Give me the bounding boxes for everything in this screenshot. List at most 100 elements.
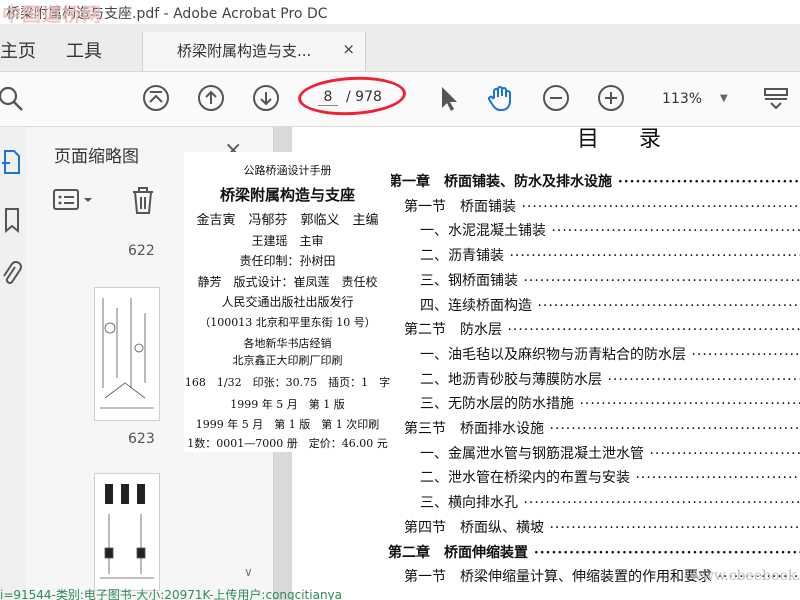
title-bar: 桥梁附属构造与支座.pdf - Adobe Acrobat Pro DC 中国道… — [0, 0, 800, 26]
toc-leader-dots: ········································… — [551, 223, 800, 240]
toc-leader-dots: ········································… — [533, 544, 800, 561]
toc-entry[interactable]: 第四节 桥面纵、横坡 ·····························… — [404, 517, 800, 537]
toc-entry-text: 第二章 桥面伸缩装置 — [388, 544, 528, 561]
zoom-out-icon[interactable] — [542, 84, 570, 112]
toc-leader-dots: ········································… — [523, 495, 800, 512]
hand-tool-icon[interactable] — [487, 84, 515, 112]
toc-entry-text: 第二节 防水层 — [404, 322, 502, 339]
thumbnail-label: 623 — [128, 431, 155, 447]
toc-leader-dots: ········································… — [537, 297, 800, 314]
toc-leader-dots: ········································… — [549, 519, 800, 536]
zoom-level[interactable]: 113% — [662, 91, 702, 107]
toc-entry-text: 四、连续桥面构造 — [420, 297, 532, 314]
panel-title: 页面缩略图 — [54, 147, 139, 167]
bookmark-icon[interactable] — [2, 207, 22, 237]
toc-entry-text: 第一节 桥梁伸缩量计算、伸缩装置的作用和要求 — [404, 569, 712, 586]
toc-leader-dots: ········································… — [521, 198, 800, 215]
toc-entry[interactable]: 一、水泥混凝土铺装 ······························… — [420, 220, 800, 240]
toc-heading: 目录 — [577, 127, 702, 152]
toc-leader-dots: ········································… — [649, 445, 800, 462]
prev-page-icon[interactable] — [197, 84, 225, 112]
toc-leader-dots: ········································… — [635, 470, 800, 487]
toc-leader-dots: ········································… — [691, 346, 800, 363]
scroll-down-icon[interactable]: ∨ — [244, 565, 253, 579]
toc-entry-text: 二、地沥青砂胶与薄膜防水层 — [420, 371, 602, 388]
toc-entry[interactable]: 二、泄水管在桥梁内的布置与安装 ························… — [420, 467, 800, 487]
toc-leader-dots: ········································… — [607, 371, 800, 388]
tab-close-icon[interactable]: × — [342, 40, 355, 58]
toc-entry[interactable]: 四、连续桥面构造 ·······························… — [420, 295, 800, 315]
left-rail — [0, 127, 27, 600]
toc-leader-dots: ········································… — [507, 322, 800, 339]
colophon-line: 静芳 版式设计：崔凤莲 责任校 — [197, 275, 378, 289]
tab-tools[interactable]: 工具 — [66, 37, 102, 63]
delete-page-icon[interactable] — [130, 187, 156, 219]
toc-entry[interactable]: 第一节 桥面铺装 ·······························… — [404, 196, 800, 216]
toc-leader-dots: ········································… — [509, 248, 800, 265]
toc-entry[interactable]: 一、金属泄水管与钢筋混凝土泄水管 ·······················… — [420, 443, 800, 463]
tab-document[interactable]: 桥梁附属构造与支... × — [142, 32, 366, 71]
toc-leader-dots: ········································… — [617, 174, 800, 190]
thumbnail-label: 622 — [128, 243, 155, 259]
toc-entry[interactable]: 一、油毛毡以及麻织物与沥青粘合的防水层 ····················… — [420, 344, 800, 364]
toc-entry[interactable]: 第三节 桥面排水设施 ·····························… — [404, 418, 800, 438]
thumbnail-page-623[interactable] — [94, 473, 160, 591]
toc-entry[interactable]: 三、钢桥面铺装 ································… — [420, 270, 800, 290]
tab-bar: 主页 工具 桥梁附属构造与支... × — [0, 24, 800, 72]
colophon-line: 北京鑫正大印刷厂印刷 — [232, 354, 343, 367]
toc-entry-text: 一、水泥混凝土铺装 — [420, 223, 546, 240]
colophon-line: 人民交通出版社出版发行 — [221, 295, 354, 309]
toc-entry[interactable]: 三、无防水层的防水措施 ····························… — [420, 393, 800, 413]
tab-document-label: 桥梁附属构造与支... — [177, 42, 312, 60]
toc-entry-text: 二、泄水管在桥梁内的布置与安装 — [420, 470, 630, 487]
colophon-line: （100013 北京和平里东街 10 号） — [199, 316, 376, 329]
colophon-line: 金吉寅 冯郁芬 郭临义 主编 — [196, 213, 379, 228]
toc-entry-text: 二、沥青铺装 — [420, 248, 504, 265]
toc-entry[interactable]: 二、地沥青砂胶与薄膜防水层 ··························… — [420, 369, 800, 389]
next-page-icon[interactable] — [252, 84, 280, 112]
toc-entry[interactable]: 第二章 桥面伸缩装置 ·····························… — [388, 542, 800, 562]
tab-home[interactable]: 主页 — [0, 37, 36, 63]
toc-entry[interactable]: 三、横向排水孔 ································… — [420, 492, 800, 512]
thumbnail-options-icon[interactable] — [52, 187, 96, 217]
colophon-line: 各地新华书店经销 — [243, 337, 332, 350]
attachment-icon[interactable] — [0, 261, 22, 291]
toc-entry[interactable]: 第二节 防水层 ································… — [404, 319, 800, 339]
toc-entry-text: 一、油毛毡以及麻织物与沥青粘合的防水层 — [420, 346, 686, 363]
colophon-line: 责任印制：孙树田 — [239, 254, 336, 268]
status-text: i=91544-类别:电子图书-大小:20971K-上传用户:congcitia… — [0, 588, 343, 600]
select-cursor-icon[interactable] — [434, 84, 462, 112]
colophon-line: 168 1/32 印张：30.75 插页：1 字 — [184, 376, 391, 389]
toc-entry[interactable]: 第一章 桥面铺装、防水及排水设施 ·······················… — [388, 171, 800, 191]
toc-leader-dots: ········································… — [523, 272, 800, 289]
toc-entry-text: 三、横向排水孔 — [420, 495, 518, 512]
colophon-line: 1999 年 5 月 第 1 版 — [230, 398, 345, 411]
zoom-in-icon[interactable] — [597, 84, 625, 112]
toc-entry-text: 第一章 桥面铺装、防水及排水设施 — [388, 174, 612, 190]
zoom-icon[interactable] — [0, 84, 26, 112]
toc-entry-text: 三、无防水层的防水措施 — [420, 396, 574, 413]
colophon-line: 1数：0001—7000 册 定价：46.00 元 — [187, 437, 388, 450]
toc-entry[interactable]: 二、沥青铺装 ·································… — [420, 245, 800, 265]
colophon-line: 公路桥涵设计手册 — [243, 164, 332, 177]
site-watermark: www.cbeebook.com — [690, 568, 800, 584]
toc-entry-text: 第三节 桥面排水设施 — [404, 421, 544, 437]
toc-entry-text: 第一节 桥面铺装 — [404, 198, 516, 215]
colophon-line: 桥梁附属构造与支座 — [219, 186, 355, 204]
toc-leader-dots: ········································… — [549, 421, 800, 437]
page-thumbnails-icon[interactable] — [2, 149, 22, 179]
colophon-thumbnail: 公路桥涵设计手册桥梁附属构造与支座金吉寅 冯郁芬 郭临义 主编 王建瑶 主审 责任印… — [184, 152, 391, 452]
highlight-oval — [297, 74, 407, 118]
thumbnail-page-622[interactable] — [94, 287, 160, 421]
colophon-line: 王建瑶 主审 — [251, 234, 324, 248]
toc-leader-dots: ········································… — [579, 396, 800, 413]
toc-entry-text: 一、金属泄水管与钢筋混凝土泄水管 — [420, 445, 644, 462]
toc-entry-text: 第四节 桥面纵、横坡 — [404, 519, 544, 536]
colophon-line: 1999 年 5 月 第 1 版 第 1 次印刷 — [195, 418, 380, 431]
zoom-dropdown-icon[interactable]: ▼ — [720, 93, 728, 104]
toolbar: 8 / 978 113% ▼ — [0, 72, 800, 127]
page-up-icon[interactable] — [142, 84, 170, 112]
scrolling-mode-icon[interactable] — [762, 84, 790, 112]
window-title: 桥梁附属构造与支座.pdf - Adobe Acrobat Pro DC — [6, 6, 328, 22]
toc-entry-text: 三、钢桥面铺装 — [420, 272, 518, 289]
